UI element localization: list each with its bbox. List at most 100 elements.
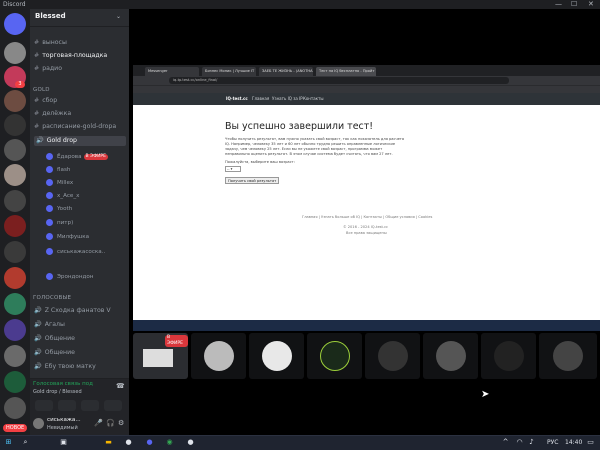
- file-explorer-icon[interactable]: ▬: [104, 438, 113, 447]
- chevron-up-icon[interactable]: ^: [501, 438, 510, 447]
- url-field[interactable]: iq-tp.test.cc/online_final/: [169, 77, 509, 84]
- chrome-icon[interactable]: ◉: [165, 438, 174, 447]
- chevron-down-icon: ⌄: [116, 13, 122, 20]
- app-icon[interactable]: ●: [124, 438, 133, 447]
- participant-tile[interactable]: [539, 333, 597, 379]
- voice-channel-active[interactable]: 🔊 Gold drop: [34, 136, 126, 146]
- channel-item[interactable]: # радио: [34, 64, 126, 74]
- browser-tab[interactable]: ЗАЕБ ТЕ ЖИЗНЬ - (ANOTHA: [259, 67, 313, 76]
- address-bar[interactable]: iq-tp.test.cc/online_final/: [133, 76, 600, 85]
- clock[interactable]: 14:40: [565, 438, 582, 447]
- channel-item[interactable]: # торговая-площадка: [34, 51, 126, 61]
- server-icon[interactable]: [4, 190, 26, 212]
- activity-button[interactable]: [81, 400, 99, 411]
- app-icon[interactable]: ●: [186, 438, 195, 447]
- gear-icon[interactable]: ⚙: [118, 419, 124, 427]
- participant-tile[interactable]: [365, 333, 420, 379]
- notifications-icon[interactable]: ▭: [586, 438, 595, 447]
- server-icon[interactable]: [4, 345, 26, 367]
- participant-tile[interactable]: В ЭФИРЕ: [133, 333, 188, 379]
- category-voice[interactable]: ГОЛОСОВЫЕ: [33, 295, 71, 301]
- get-result-button[interactable]: Получить свой результат: [225, 177, 280, 184]
- server-icon[interactable]: [4, 241, 26, 263]
- participant-tile[interactable]: [423, 333, 478, 379]
- browser-tab[interactable]: Messenger: [145, 67, 199, 76]
- windows-start-icon[interactable]: ⊞: [4, 438, 13, 447]
- discord-home-icon[interactable]: [4, 13, 26, 35]
- microphone-icon[interactable]: 🎤: [94, 419, 103, 427]
- close-icon[interactable]: ✕: [588, 0, 594, 9]
- search-icon[interactable]: ⌕: [21, 438, 30, 447]
- voice-channel[interactable]: 🔊 Общение: [34, 348, 126, 358]
- site-logo[interactable]: IQ-test.cc: [226, 93, 248, 105]
- voice-user[interactable]: Ёдарова В ЭФИРЕ: [46, 153, 128, 162]
- rights: Все права защищены: [346, 231, 387, 235]
- site-nav-link[interactable]: Контакты: [303, 93, 324, 105]
- channel-item[interactable]: # выносы: [34, 38, 126, 48]
- hash-icon: #: [34, 97, 40, 104]
- browser-tab[interactable]: Бизнес Моник | Лучшие IT: [202, 67, 256, 76]
- headphones-icon[interactable]: 🎧: [106, 419, 115, 427]
- task-view-icon[interactable]: ▣: [59, 438, 68, 447]
- server-header[interactable]: Blessed ⌄: [30, 9, 129, 27]
- voice-user[interactable]: Милфушка: [46, 233, 128, 242]
- participant-tile[interactable]: [307, 333, 362, 379]
- screen-share-button[interactable]: [58, 400, 76, 411]
- camera-button[interactable]: [35, 400, 53, 411]
- voice-user[interactable]: flash: [46, 166, 128, 175]
- voice-channel[interactable]: 🔊 Агалы: [34, 320, 126, 330]
- voice-status-sub: Gold drop / Blessed: [33, 389, 82, 395]
- site-nav-link[interactable]: Узнать IQ за IP: [272, 93, 303, 105]
- participant-tile[interactable]: [191, 333, 246, 379]
- participant-tile[interactable]: [249, 333, 304, 379]
- avatar: [203, 341, 234, 371]
- network-icon[interactable]: ◠: [515, 438, 524, 447]
- age-select[interactable]: -- ▾: [225, 166, 241, 172]
- voice-channel[interactable]: 🔊 Общение: [34, 334, 126, 344]
- server-icon[interactable]: [4, 139, 26, 161]
- shared-screen[interactable]: Messenger Бизнес Моник | Лучшие IT ЗАЕБ …: [133, 65, 600, 331]
- voice-user[interactable]: Эрондондон: [46, 273, 128, 282]
- server-icon[interactable]: [4, 164, 26, 186]
- volume-icon[interactable]: ♪: [527, 438, 536, 447]
- username: сиськажа...: [47, 417, 81, 423]
- site-nav-link[interactable]: Главная: [252, 93, 269, 105]
- disconnect-icon[interactable]: ☎: [116, 382, 125, 390]
- server-icon[interactable]: [4, 293, 26, 315]
- participant-tile[interactable]: [481, 333, 536, 379]
- maximize-icon[interactable]: ☐: [571, 0, 577, 9]
- voice-channel[interactable]: 🔊 Z Сходка фанатов V: [34, 306, 126, 316]
- new-badge[interactable]: НОВОЕ: [3, 424, 28, 432]
- speaker-icon: 🔊: [34, 307, 42, 314]
- server-icon[interactable]: [4, 371, 26, 393]
- voice-user[interactable]: питр): [46, 219, 128, 228]
- server-icon[interactable]: [4, 397, 26, 419]
- server-icon[interactable]: [4, 267, 26, 289]
- discord-taskbar-icon[interactable]: ●: [145, 438, 154, 447]
- soundboard-button[interactable]: [104, 400, 122, 411]
- avatar: [319, 341, 350, 371]
- server-icon[interactable]: [4, 114, 26, 136]
- voice-user[interactable]: сиськажасоска..: [46, 248, 128, 257]
- hash-icon: #: [34, 110, 40, 117]
- server-icon[interactable]: [4, 319, 26, 341]
- live-badge: В ЭФИРЕ: [83, 153, 108, 160]
- channel-item[interactable]: # делёжка: [34, 109, 126, 119]
- server-icon[interactable]: [4, 42, 26, 64]
- minimize-icon[interactable]: —: [555, 0, 562, 9]
- browser-tab-active[interactable]: Тест на IQ бесплатно - Пройт: [316, 67, 376, 76]
- server-icon[interactable]: [4, 90, 26, 112]
- avatar[interactable]: [33, 418, 44, 429]
- page-paragraph: Чтобы получить результат, вам нужно указ…: [225, 137, 405, 156]
- channel-item[interactable]: # сбор: [34, 96, 126, 106]
- category-gold[interactable]: GOLD: [33, 87, 50, 93]
- voice-channel[interactable]: 🔊 Ебу твою матку: [34, 362, 126, 372]
- language-indicator[interactable]: РУС: [547, 438, 558, 447]
- voice-user[interactable]: x_Ace_x: [46, 192, 128, 201]
- voice-user[interactable]: Yooth: [46, 205, 128, 214]
- voice-user[interactable]: Millex: [46, 179, 128, 188]
- channel-item[interactable]: # расписание-gold-dropa: [34, 122, 126, 132]
- server-icon[interactable]: [4, 215, 26, 237]
- footer-links[interactable]: Главная | Узнать больше об IQ | Контакты…: [302, 215, 432, 219]
- avatar: [46, 205, 53, 212]
